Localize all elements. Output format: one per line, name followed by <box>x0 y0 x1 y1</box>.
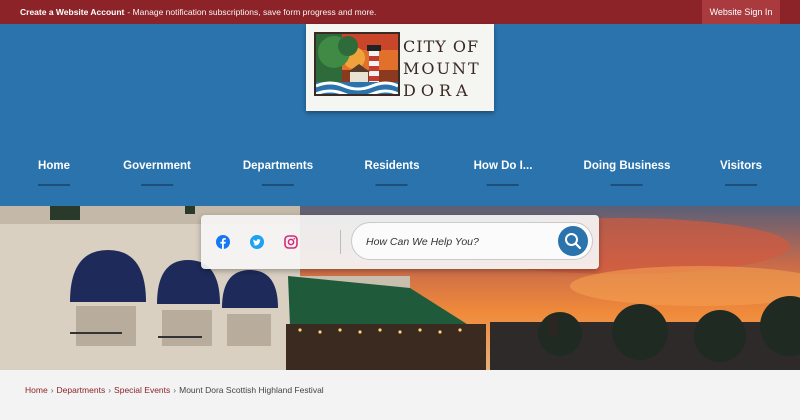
breadcrumb-separator: › <box>173 385 177 395</box>
breadcrumb-home[interactable]: Home <box>25 385 48 395</box>
facebook-icon[interactable] <box>216 235 230 249</box>
sign-in-button[interactable]: Website Sign In <box>702 0 780 24</box>
create-account-link[interactable]: Create a Website Account <box>20 7 124 17</box>
logo-line-2: MOUNT <box>403 59 481 78</box>
notification-message: - Manage notification subscriptions, sav… <box>127 7 377 17</box>
nav-home[interactable]: Home <box>38 160 70 186</box>
nav-visitors[interactable]: Visitors <box>720 160 762 186</box>
breadcrumb-separator: › <box>50 385 54 395</box>
logo-line-1: CITY OF <box>403 37 480 56</box>
city-logo[interactable]: CITY OF MOUNT DORA <box>306 24 494 111</box>
nav-residents[interactable]: Residents <box>365 160 420 186</box>
logo-emblem-icon <box>314 32 400 106</box>
notification-bar: Create a Website Account - Manage notifi… <box>0 0 800 24</box>
instagram-icon[interactable] <box>284 235 298 249</box>
logo-wordmark: CITY OF MOUNT DORA <box>403 36 489 102</box>
search-button[interactable] <box>558 226 588 256</box>
breadcrumb-current: Mount Dora Scottish Highland Festival <box>179 385 324 395</box>
search-icon <box>565 233 582 250</box>
content-area <box>12 370 790 420</box>
search-input[interactable] <box>366 234 546 250</box>
twitter-icon[interactable] <box>250 235 264 249</box>
breadcrumb-departments[interactable]: Departments <box>57 385 106 395</box>
site-header: CITY OF MOUNT DORA Home Government Depar… <box>0 24 800 206</box>
nav-departments[interactable]: Departments <box>243 160 313 186</box>
search-divider <box>340 230 341 254</box>
logo-line-3: DORA <box>403 81 473 100</box>
breadcrumb: Home › Departments › Special Events › Mount Do… <box>25 385 324 395</box>
main-navigation: Home Government Departments Residents Ho… <box>0 160 800 194</box>
nav-how-do-i[interactable]: How Do I... <box>474 160 533 186</box>
nav-doing-business[interactable]: Doing Business <box>584 160 671 186</box>
breadcrumb-special-events[interactable]: Special Events <box>114 385 170 395</box>
nav-government[interactable]: Government <box>123 160 191 186</box>
breadcrumb-separator: › <box>108 385 112 395</box>
